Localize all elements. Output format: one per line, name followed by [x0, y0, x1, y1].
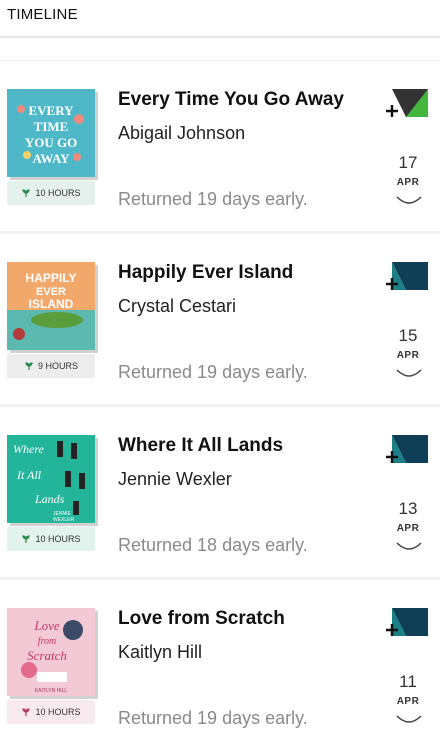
- shelf-add-icon[interactable]: [384, 87, 430, 123]
- duration-label: 10 HOURS: [35, 534, 81, 544]
- book-title[interactable]: Where It All Lands: [118, 435, 283, 457]
- book-author[interactable]: Abigail Johnson: [118, 123, 245, 144]
- shelf-add-icon[interactable]: [384, 606, 430, 642]
- timeline-item[interactable]: EVERY TIME YOU GO AWAY 10 HOURS Every Ti…: [0, 61, 440, 231]
- date-badge: 13 APR: [388, 499, 428, 534]
- date-month: APR: [396, 177, 420, 188]
- shelf-add-icon[interactable]: [384, 433, 430, 469]
- date-month: APR: [396, 350, 420, 361]
- return-status: Returned 19 days early.: [118, 362, 308, 382]
- chevron-down-icon[interactable]: [396, 368, 422, 378]
- cover-title-text: TIME: [34, 119, 69, 134]
- page-title: TIMELINE: [7, 6, 78, 23]
- sprout-icon: [22, 535, 31, 543]
- chevron-down-icon[interactable]: [396, 541, 422, 551]
- cover-title-text: Love: [33, 618, 60, 633]
- cover-title-text: from: [38, 636, 57, 647]
- timeline-item[interactable]: Where It All Lands JENNIE WEXLER 10 HOUR…: [0, 407, 440, 577]
- duration-badge: 10 HOURS: [7, 181, 95, 205]
- app-header: TIMELINE: [0, 0, 440, 60]
- cover-title-text: HAPPILY: [26, 271, 77, 285]
- date-month: APR: [396, 523, 420, 534]
- duration-badge: 10 HOURS: [7, 700, 95, 724]
- timeline-item[interactable]: HAPPILY EVER ISLAND 9 HOURS Happily Ever…: [0, 234, 440, 404]
- date-badge: 17 APR: [388, 153, 428, 188]
- return-status: Returned 19 days early.: [118, 708, 308, 728]
- duration-label: 9 HOURS: [37, 361, 78, 371]
- duration-label: 10 HOURS: [35, 188, 81, 198]
- cover-title-text: YOU GO: [25, 135, 77, 150]
- cover-title-text: ISLAND: [29, 297, 74, 311]
- duration-label: 10 HOURS: [35, 707, 81, 717]
- cover-author-text: WEXLER: [53, 517, 75, 523]
- cover-title-text: Where: [13, 442, 45, 456]
- book-title[interactable]: Every Time You Go Away: [118, 89, 344, 111]
- cover-title-text: AWAY: [32, 151, 70, 166]
- date-badge: 15 APR: [388, 326, 428, 361]
- date-day: 17: [398, 153, 418, 172]
- return-status: Returned 18 days early.: [118, 535, 308, 555]
- timeline-item[interactable]: Love from Scratch KAITLYN HILL 10 HOURS …: [0, 580, 440, 750]
- book-cover[interactable]: Love from Scratch KAITLYN HILL: [7, 608, 95, 696]
- cover-author-text: KAITLYN HILL: [35, 688, 68, 694]
- cover-title-text: It All: [16, 468, 42, 482]
- book-cover[interactable]: HAPPILY EVER ISLAND: [7, 262, 95, 350]
- cover-title-text: Scratch: [27, 648, 67, 663]
- book-author[interactable]: Kaitlyn Hill: [118, 642, 202, 663]
- book-cover[interactable]: EVERY TIME YOU GO AWAY: [7, 89, 95, 177]
- sprout-icon: [22, 189, 31, 197]
- shelf-add-icon[interactable]: [384, 260, 430, 296]
- sprout-icon: [22, 708, 31, 716]
- date-day: 13: [398, 499, 418, 518]
- duration-badge: 9 HOURS: [7, 354, 95, 378]
- date-day: 15: [398, 326, 418, 345]
- cover-title-text: Lands: [34, 492, 65, 506]
- chevron-down-icon[interactable]: [396, 714, 422, 724]
- cover-title-text: EVERY: [28, 103, 74, 118]
- return-status: Returned 19 days early.: [118, 189, 308, 209]
- date-month: APR: [396, 696, 420, 707]
- date-badge: 11 APR: [388, 672, 428, 707]
- book-cover[interactable]: Where It All Lands JENNIE WEXLER: [7, 435, 95, 523]
- date-day: 11: [399, 672, 417, 691]
- book-author[interactable]: Jennie Wexler: [118, 469, 232, 490]
- book-author[interactable]: Crystal Cestari: [118, 296, 236, 317]
- book-title[interactable]: Love from Scratch: [118, 608, 285, 630]
- duration-badge: 10 HOURS: [7, 527, 95, 551]
- chevron-down-icon[interactable]: [396, 195, 422, 205]
- sprout-icon: [25, 362, 33, 370]
- header-divider: [0, 36, 440, 38]
- book-title[interactable]: Happily Ever Island: [118, 262, 293, 284]
